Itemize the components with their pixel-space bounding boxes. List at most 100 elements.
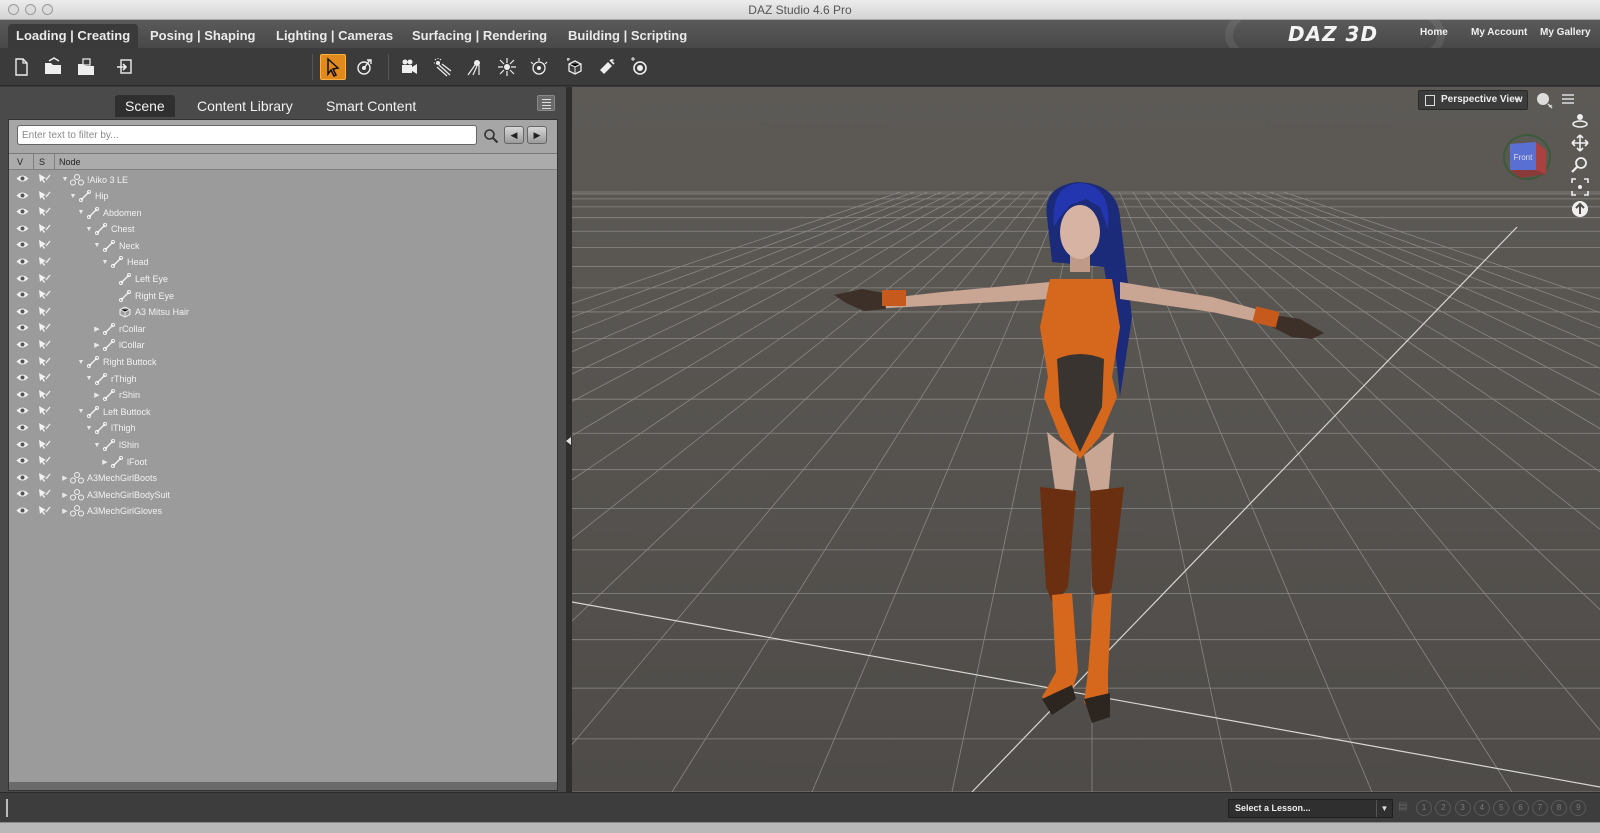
scene-node[interactable]: ▼ Hip (69, 189, 109, 203)
expanded-triangle-icon[interactable]: ▼ (77, 359, 85, 366)
selectable-pointer-icon[interactable] (38, 256, 51, 267)
selectable-pointer-icon[interactable] (38, 389, 51, 400)
view-selector-dropdown[interactable]: Perspective View ▼ (1418, 90, 1528, 110)
scene-node[interactable]: ▼ lThigh (85, 422, 136, 435)
collapsed-triangle-icon[interactable]: ▶ (61, 491, 69, 499)
reset-view-icon[interactable] (1570, 199, 1590, 219)
selectable-pointer-icon[interactable] (38, 190, 51, 201)
create-spot-light-button[interactable] (462, 54, 488, 80)
tab-smart-content[interactable]: Smart Content (316, 95, 426, 117)
create-null-button[interactable] (562, 54, 588, 80)
expanded-triangle-icon[interactable]: ▼ (77, 209, 85, 216)
visibility-eye-icon[interactable] (16, 290, 29, 299)
scene-node[interactable]: ▶ lFoot (101, 455, 147, 468)
tab-lighting-cameras[interactable]: Lighting | Cameras (268, 24, 401, 48)
visibility-eye-icon[interactable] (16, 440, 29, 449)
collapsed-triangle-icon[interactable]: ▶ (101, 458, 109, 466)
viewport-menu-icon[interactable] (1558, 90, 1578, 110)
scene-node[interactable]: ▼ lShin (93, 438, 139, 452)
selectable-pointer-icon[interactable] (38, 223, 51, 234)
visibility-eye-icon[interactable] (16, 406, 29, 415)
expanded-triangle-icon[interactable]: ▼ (85, 425, 93, 432)
selectable-column-header[interactable]: S (39, 157, 45, 167)
pane-options-menu-button[interactable] (537, 95, 555, 111)
visibility-eye-icon[interactable] (16, 373, 29, 382)
scene-node[interactable]: ▼ rThigh (85, 372, 137, 385)
scene-node-row[interactable]: ▼ lThigh (9, 420, 557, 437)
selectable-pointer-icon[interactable] (38, 439, 51, 450)
visibility-eye-icon[interactable] (16, 257, 29, 266)
lesson-step-button[interactable]: 3 (1454, 800, 1471, 816)
import-button[interactable] (112, 54, 138, 80)
selectable-pointer-icon[interactable] (38, 422, 51, 433)
home-link[interactable]: Home (1420, 27, 1448, 38)
visibility-eye-icon[interactable] (16, 489, 29, 498)
tab-posing-shaping[interactable]: Posing | Shaping (142, 24, 263, 48)
scene-node-row[interactable]: ▼ Chest (9, 221, 557, 238)
scene-node[interactable]: ▼ Chest (85, 223, 135, 236)
create-linear-point-light-button[interactable] (526, 54, 552, 80)
filter-input[interactable] (17, 125, 477, 145)
selectable-pointer-icon[interactable] (38, 339, 51, 350)
scene-node-row[interactable]: ▶ A3MechGirlGloves (9, 503, 557, 520)
selectable-pointer-icon[interactable] (38, 306, 51, 317)
tab-scene[interactable]: Scene (115, 95, 175, 117)
visibility-eye-icon[interactable] (16, 191, 29, 200)
selectable-pointer-icon[interactable] (38, 322, 51, 333)
scene-node[interactable]: ▶ lCollar (93, 339, 145, 352)
select-lesson-dropdown[interactable]: Select a Lesson... ▼ (1228, 799, 1393, 818)
lesson-step-button[interactable]: 6 (1512, 800, 1529, 816)
visibility-eye-icon[interactable] (16, 506, 29, 515)
scene-node-row[interactable]: ▼ Abdomen (9, 204, 557, 221)
lesson-step-button[interactable]: 4 (1473, 800, 1490, 816)
zoom-icon[interactable] (1570, 155, 1590, 175)
my-account-link[interactable]: My Account (1471, 27, 1527, 38)
visibility-eye-icon[interactable] (16, 323, 29, 332)
selectable-pointer-icon[interactable] (38, 488, 51, 499)
visibility-eye-icon[interactable] (16, 240, 29, 249)
visibility-eye-icon[interactable] (16, 174, 29, 183)
visibility-eye-icon[interactable] (16, 207, 29, 216)
expanded-triangle-icon[interactable]: ▼ (77, 408, 85, 415)
selectable-pointer-icon[interactable] (38, 173, 51, 184)
visible-column-header[interactable]: V (17, 157, 23, 167)
scene-node-row[interactable]: ▶ lFoot (9, 453, 557, 470)
lesson-step-button[interactable]: 2 (1435, 800, 1452, 816)
visibility-eye-icon[interactable] (16, 274, 29, 283)
selectable-pointer-icon[interactable] (38, 505, 51, 516)
lesson-step-button[interactable]: 8 (1551, 800, 1568, 816)
create-distant-light-button[interactable] (430, 54, 456, 80)
lesson-step-button[interactable]: 7 (1531, 800, 1548, 816)
scene-node-row[interactable]: ▼ lShin (9, 437, 557, 454)
visibility-eye-icon[interactable] (16, 307, 29, 316)
visibility-eye-icon[interactable] (16, 340, 29, 349)
scene-node-row[interactable]: ▼ Hip (9, 188, 557, 205)
scene-node-row[interactable]: ▼ Right Buttock (9, 354, 557, 371)
scene-node[interactable]: A3 Mitsu Hair (109, 306, 189, 319)
visibility-eye-icon[interactable] (16, 357, 29, 366)
scene-node[interactable]: ▼ Abdomen (77, 206, 142, 219)
scene-node-row[interactable]: ▼ !Aiko 3 LE (9, 171, 557, 188)
expanded-triangle-icon[interactable]: ▼ (85, 375, 93, 382)
create-point-light-button[interactable] (494, 54, 520, 80)
universal-tool-button[interactable] (352, 54, 378, 80)
scene-node-row[interactable]: Right Eye (9, 287, 557, 304)
view-cube[interactable]: Front (1502, 132, 1552, 182)
scene-node-row[interactable]: ▶ rCollar (9, 320, 557, 337)
selectable-pointer-icon[interactable] (38, 455, 51, 466)
selectable-pointer-icon[interactable] (38, 273, 51, 284)
merge-file-button[interactable] (73, 54, 99, 80)
expanded-triangle-icon[interactable]: ▼ (101, 259, 109, 266)
tab-content-library[interactable]: Content Library (187, 95, 303, 117)
scene-node-row[interactable]: Left Eye (9, 271, 557, 288)
node-selection-tool-button[interactable] (320, 54, 346, 80)
new-file-button[interactable] (8, 54, 34, 80)
scene-node[interactable]: ▼ Head (101, 256, 149, 269)
scene-node-row[interactable]: ▶ A3MechGirlBodySuit (9, 486, 557, 503)
collapsed-triangle-icon[interactable]: ▶ (61, 474, 69, 482)
frame-icon[interactable] (1570, 177, 1590, 197)
open-file-button[interactable] (40, 54, 66, 80)
expanded-triangle-icon[interactable]: ▼ (85, 226, 93, 233)
scene-node-row[interactable]: ▼ Neck (9, 237, 557, 254)
previous-match-button[interactable]: ◀ (504, 126, 524, 144)
